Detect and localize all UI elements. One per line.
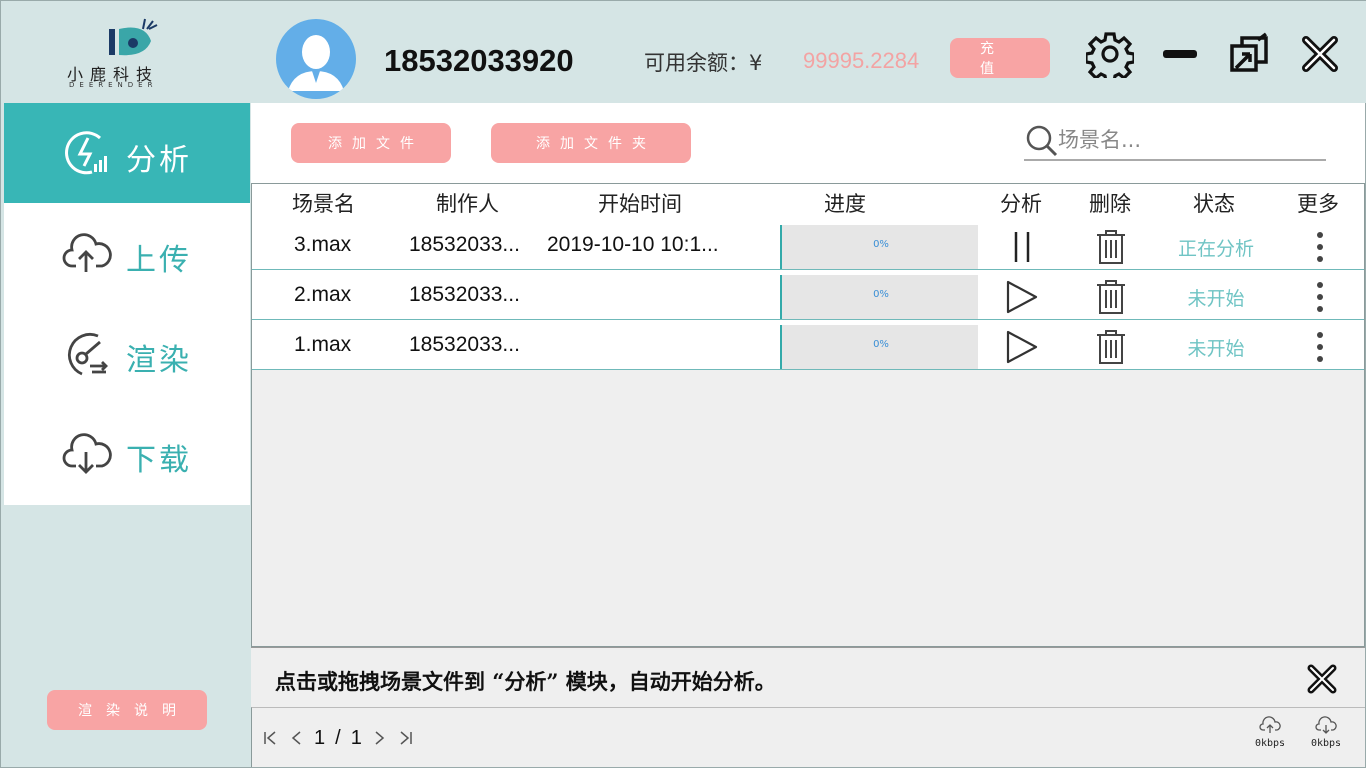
task-table: 场景名 制作人 开始时间 进度 分析 删除 状态 更多 3.max 185320… — [251, 183, 1365, 647]
column-header-analyze: 分析 — [1000, 192, 1042, 216]
avatar[interactable] — [276, 19, 356, 99]
progress-bar: 0% — [780, 225, 978, 269]
more-vertical-icon[interactable] — [1310, 329, 1330, 365]
column-header-status: 状态 — [1193, 192, 1235, 216]
sidebar-item-label: 上传 — [126, 243, 192, 278]
pause-icon[interactable] — [1004, 229, 1040, 265]
status-badge: 未开始 — [1187, 288, 1245, 310]
sidebar-item-upload[interactable]: 上传 — [4, 203, 250, 303]
scene-name: 1.max — [294, 333, 352, 356]
search-box — [1024, 121, 1326, 161]
user-avatar-icon — [277, 20, 355, 98]
column-header-scene: 场景名 — [292, 192, 355, 216]
maker: 18532033... — [409, 233, 520, 256]
scene-name: 2.max — [294, 283, 352, 306]
total-pages: 1 — [350, 726, 362, 749]
trash-icon[interactable] — [1093, 229, 1129, 265]
progress-label: 0% — [873, 289, 889, 300]
trash-icon[interactable] — [1093, 279, 1129, 315]
notice-text: 点击或拖拽场景文件到 “分析” 模块，自动开始分析。 — [275, 669, 776, 694]
column-header-start-time: 开始时间 — [598, 192, 682, 216]
prev-page-icon[interactable] — [288, 728, 304, 748]
more-vertical-icon[interactable] — [1310, 229, 1330, 265]
status-badge: 未开始 — [1187, 338, 1245, 360]
sidebar-item-analyze[interactable]: 分析 — [4, 103, 250, 203]
column-header-progress: 进度 — [824, 192, 866, 216]
balance-value: 99995.2284 — [803, 48, 920, 73]
pagination: 1 / 1 — [262, 726, 414, 750]
balance-label: 可用余额：¥ — [644, 51, 763, 75]
play-icon[interactable] — [1004, 279, 1040, 315]
more-vertical-icon[interactable] — [1310, 279, 1330, 315]
user-phone: 18532033920 — [384, 43, 574, 78]
next-page-icon[interactable] — [372, 728, 388, 748]
sidebar-item-label: 渲染 — [126, 343, 192, 378]
download-cloud-icon — [1315, 716, 1337, 734]
download-speed: 0kbps — [1306, 716, 1346, 749]
current-page: 1 — [314, 726, 326, 749]
main-panel: 添加文件 添加文件夹 场景名 制作人 开始时间 进度 分析 删除 状态 更多 — [251, 103, 1365, 767]
restore-icon[interactable] — [1225, 29, 1275, 79]
close-icon[interactable] — [1295, 29, 1345, 79]
search-input[interactable] — [1058, 125, 1320, 155]
sidebar: 分析 上传 渲染 下载 渲染说明 — [4, 103, 250, 767]
header: 小鹿科技 DEERENDER 18532033920 可用余额：¥ 99995.… — [1, 1, 1366, 103]
recharge-button[interactable]: 充值 — [950, 38, 1050, 78]
status-badge: 正在分析 — [1177, 238, 1254, 260]
scene-name: 3.max — [294, 233, 352, 256]
upload-speed: 0kbps — [1250, 716, 1290, 749]
last-page-icon[interactable] — [398, 728, 414, 748]
play-icon[interactable] — [1004, 329, 1040, 365]
toolbar: 添加文件 添加文件夹 — [251, 103, 1365, 183]
upload-speed-value: 0kbps — [1254, 738, 1286, 749]
sidebar-item-label: 分析 — [126, 143, 192, 178]
minimize-icon[interactable] — [1155, 29, 1205, 79]
maker: 18532033... — [409, 283, 520, 306]
column-header-more: 更多 — [1297, 192, 1339, 216]
page-separator: / — [335, 726, 341, 749]
close-icon[interactable] — [1307, 664, 1337, 694]
add-file-button[interactable]: 添加文件 — [291, 123, 451, 163]
upload-cloud-icon — [1259, 716, 1281, 733]
column-header-delete: 删除 — [1089, 192, 1131, 216]
logo: 小鹿科技 DEERENDER — [63, 15, 193, 89]
gear-icon[interactable] — [1085, 29, 1135, 79]
progress-label: 0% — [873, 339, 889, 350]
table-header: 场景名 制作人 开始时间 进度 分析 删除 状态 更多 — [252, 184, 1364, 220]
trash-icon[interactable] — [1093, 329, 1129, 365]
sidebar-item-label: 下载 — [126, 443, 192, 478]
render-icon — [68, 333, 108, 376]
sidebar-nav: 分析 上传 渲染 下载 — [4, 103, 250, 505]
add-folder-button[interactable]: 添加文件夹 — [491, 123, 691, 163]
table-row[interactable]: 2.max 18532033... 0% 未开始 — [252, 270, 1364, 320]
table-row[interactable]: 1.max 18532033... 0% 未开始 — [252, 320, 1364, 370]
progress-bar: 0% — [780, 275, 978, 319]
table-row[interactable]: 3.max 18532033... 2019-10-10 10:1... 0% — [252, 220, 1364, 270]
app-window: 小鹿科技 DEERENDER 18532033920 可用余额：¥ 99995.… — [0, 0, 1366, 768]
footer: 1 / 1 0kbps 0kbps — [251, 707, 1365, 767]
download-speed-value: 0kbps — [1310, 738, 1342, 749]
download-cloud-icon — [62, 433, 112, 474]
progress-label: 0% — [873, 239, 889, 250]
search-icon — [1026, 125, 1058, 157]
sidebar-item-download[interactable]: 下载 — [4, 403, 250, 503]
progress-bar: 0% — [780, 325, 978, 369]
render-help-button[interactable]: 渲染说明 — [47, 690, 207, 730]
notice-bar: 点击或拖拽场景文件到 “分析” 模块，自动开始分析。 — [251, 647, 1365, 707]
upload-cloud-icon — [62, 233, 112, 272]
maker: 18532033... — [409, 333, 520, 356]
first-page-icon[interactable] — [262, 728, 278, 748]
analyze-icon — [65, 131, 107, 175]
sidebar-item-render[interactable]: 渲染 — [4, 303, 250, 403]
start-time: 2019-10-10 10:1... — [547, 233, 719, 256]
column-header-maker: 制作人 — [436, 192, 499, 216]
deer-logo-icon — [109, 18, 158, 56]
logo-subtext: DEERENDER — [69, 81, 158, 89]
